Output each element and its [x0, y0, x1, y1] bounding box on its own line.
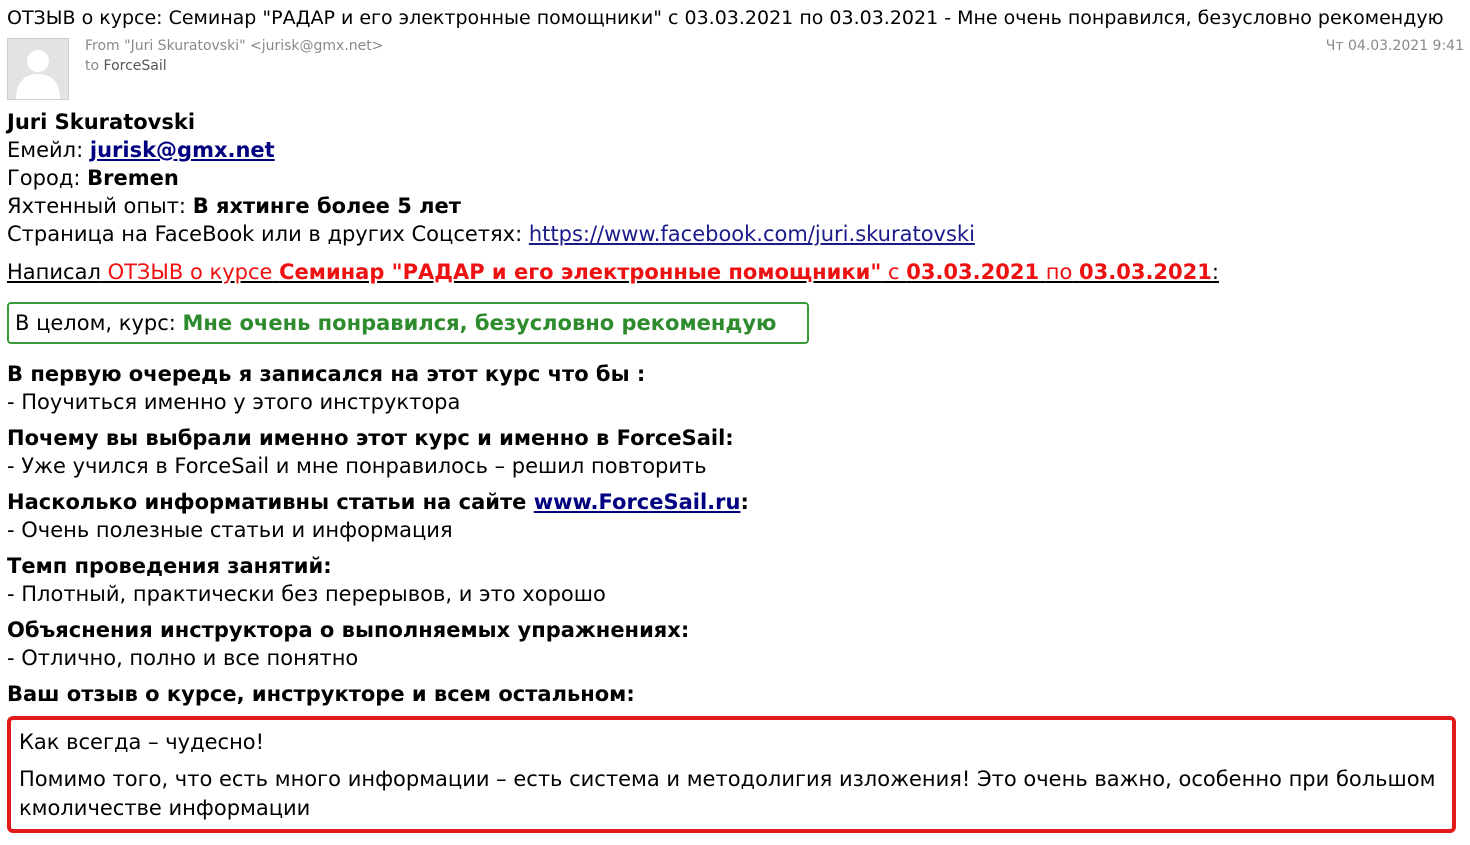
qa-item: Темп проведения занятий: - Плотный, прак…	[7, 552, 1463, 608]
facebook-link[interactable]: https://www.facebook.com/juri.skuratovsk…	[529, 222, 975, 246]
experience-label: Яхтенный опыт:	[7, 194, 187, 218]
answer: - Уже учился в ForceSail и мне понравило…	[7, 454, 707, 478]
to-word: по	[1045, 260, 1073, 284]
review-text-box: Как всегда – чудесно! Помимо того, что е…	[7, 716, 1456, 833]
recipient-name[interactable]: ForceSail	[104, 58, 167, 74]
forcesail-site-link[interactable]: www.ForceSail.ru	[534, 490, 741, 514]
overall-rating-box: В целом, курс: Мне очень понравился, без…	[7, 302, 809, 344]
overall-value: Мне очень понравился, безусловно рекомен…	[182, 311, 777, 335]
question-colon: :	[740, 490, 749, 514]
to-label: to	[85, 58, 100, 74]
experience-row: Яхтенный опыт: В яхтинге более 5 лет	[7, 192, 1463, 220]
question: В первую очередь я записался на этот кур…	[7, 362, 646, 386]
from-label: From	[85, 38, 120, 54]
answer: - Отлично, полно и все понятно	[7, 646, 359, 670]
answer: - Поучиться именно у этого инструктора	[7, 390, 461, 414]
email-label: Емейл:	[7, 138, 84, 162]
question-text: Насколько информативны статьи на сайте	[7, 490, 527, 514]
review-heading: Ваш отзыв о курсе, инструкторе и всем ос…	[7, 682, 635, 706]
wrote-prefix: Написал	[7, 260, 101, 284]
qa-item: Насколько информативны статьи на сайте w…	[7, 488, 1463, 544]
question: Объяснения инструктора о выполняемых упр…	[7, 618, 690, 642]
answer: - Плотный, практически без перерывов, и …	[7, 582, 606, 606]
course-name: Семинар "РАДАР и его электронные помощни…	[279, 260, 882, 284]
sender-line: From "Juri Skuratovski" <jurisk@gmx.net>	[85, 36, 383, 56]
from-word: с	[887, 260, 900, 284]
sender-name: Juri Skuratovski	[7, 110, 196, 134]
city-value: Bremen	[87, 166, 179, 190]
qa-item: Почему вы выбрали именно этот курс и име…	[7, 424, 1463, 480]
answer: - Очень полезные статьи и информация	[7, 518, 453, 542]
social-row: Страница на FaceBook или в других Соцсет…	[7, 220, 1463, 248]
review-word: ОТЗЫВ о курсе	[107, 260, 273, 284]
end-date: 03.03.2021	[1079, 260, 1212, 284]
question: Темп проведения занятий:	[7, 554, 332, 578]
qa-item: Объяснения инструктора о выполняемых упр…	[7, 616, 1463, 672]
email-link[interactable]: jurisk@gmx.net	[90, 138, 275, 162]
experience-value: В яхтинге более 5 лет	[192, 194, 461, 218]
colon: :	[1211, 260, 1219, 284]
city-row: Город: Bremen	[7, 164, 1463, 192]
city-label: Город:	[7, 166, 81, 190]
email-subject: ОТЗЫВ о курсе: Семинар "РАДАР и его элек…	[7, 7, 1444, 29]
start-date: 03.03.2021	[906, 260, 1040, 284]
review-paragraph: Помимо того, что есть много информации –…	[19, 767, 1436, 820]
question: Насколько информативны статьи на сайте w…	[7, 488, 1463, 516]
sender-address[interactable]: "Juri Skuratovski" <jurisk@gmx.net>	[124, 38, 383, 54]
email-body: Juri Skuratovski Емейл: jurisk@gmx.net Г…	[7, 108, 1463, 833]
email-row: Емейл: jurisk@gmx.net	[7, 136, 1463, 164]
recipient-line: to ForceSail	[85, 56, 167, 76]
review-paragraph: Как всегда – чудесно!	[19, 730, 265, 754]
social-label: Страница на FaceBook или в других Соцсет…	[7, 222, 523, 246]
overall-label: В целом, курс:	[15, 311, 176, 335]
qa-item: В первую очередь я записался на этот кур…	[7, 360, 1463, 416]
person-silhouette-icon	[7, 38, 69, 100]
email-date: Чт 04.03.2021 9:41	[1325, 38, 1464, 54]
question: Почему вы выбрали именно этот курс и име…	[7, 426, 734, 450]
review-summary-line: Написал ОТЗЫВ о курсе Семинар "РАДАР и е…	[7, 257, 1463, 287]
